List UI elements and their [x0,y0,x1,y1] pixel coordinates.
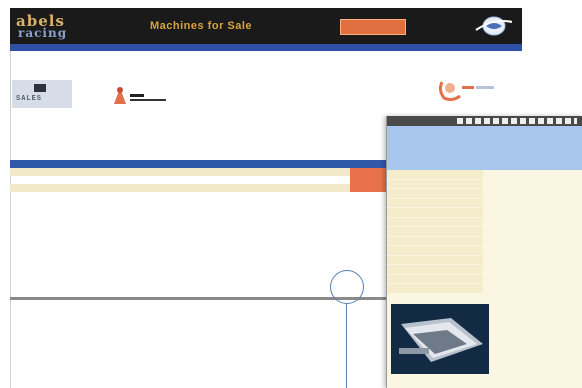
machine-detail-popup [386,116,582,388]
toy-figure-icon [114,87,166,104]
table-cell [94,176,156,184]
nav-bar [10,44,522,51]
spec-label [387,284,483,294]
price-button[interactable] [350,184,386,192]
popup-header [387,126,582,170]
spec-label [387,217,483,227]
spec-label [387,227,483,237]
table-cell [10,176,94,184]
table-cell [234,176,282,184]
spec-value [483,208,582,218]
table-cell [204,168,234,176]
spec-table [387,170,582,294]
pointer-circle [330,270,364,304]
badge-text: SALES [16,95,43,103]
spec-value [483,170,582,180]
machine-photo [391,304,489,374]
spec-value [483,256,582,266]
column-header[interactable] [156,160,204,168]
column-header[interactable] [350,160,386,168]
spec-label [387,189,483,199]
panel-divider[interactable] [10,297,386,300]
table-header [10,160,386,168]
spec-row [387,198,582,209]
spec-label [387,255,483,265]
spec-row [387,179,582,190]
spec-label [387,170,483,180]
table-cell [282,184,314,192]
column-header[interactable] [282,160,314,168]
spec-row [387,255,582,266]
spec-label [387,265,483,275]
spec-row [387,227,582,237]
brand-badge: SALES [12,80,72,108]
table-cell [156,184,204,192]
table-cell [156,176,204,184]
table-cell [204,176,234,184]
table-cell [10,168,94,176]
spec-value [483,218,582,228]
globe-logo-icon [475,16,513,36]
spec-label [387,236,483,246]
table-row[interactable] [10,176,386,184]
price-button[interactable] [350,176,386,184]
column-header[interactable] [10,160,94,168]
table-row[interactable] [10,168,386,176]
table-cell [282,176,314,184]
price-button[interactable] [350,168,386,176]
column-header[interactable] [94,160,156,168]
table-cell [282,168,314,176]
column-header[interactable] [314,160,350,168]
spec-label [387,179,483,189]
spec-value [483,189,582,199]
table-cell [10,184,94,192]
spec-value [483,180,582,190]
spec-row [387,189,582,199]
page-title: Machines for Sale [150,20,253,32]
spec-label [387,198,483,208]
spec-row [387,236,582,247]
spec-label [387,274,483,284]
partner-logo-icon [438,81,494,102]
table-cell [314,176,350,184]
site-logo[interactable]: abels racing [16,12,100,40]
badge-chip [34,84,46,92]
spec-row [387,265,582,275]
popup-toolbar-icons[interactable] [457,118,577,124]
table-row[interactable] [10,184,386,192]
machines-table [10,160,386,192]
table-cell [94,168,156,176]
table-cell [156,168,204,176]
header-button[interactable] [340,19,406,35]
column-header[interactable] [234,160,282,168]
spec-row [387,170,582,180]
table-cell [94,184,156,192]
spec-row [387,246,582,256]
spec-label [387,246,483,256]
spec-value [483,227,582,237]
spec-value [483,199,582,209]
spec-value [483,284,582,294]
logo-line2: racing [18,26,68,40]
column-header[interactable] [204,160,234,168]
spec-value [483,275,582,285]
site-header: abels racing Machines for Sale [10,8,522,44]
spec-row [387,274,582,285]
pointer-line [346,304,347,388]
spec-label [387,208,483,218]
table-cell [234,184,282,192]
popup-titlebar[interactable] [387,116,582,126]
table-cell [234,168,282,176]
table-cell [314,168,350,176]
spec-row [387,208,582,218]
spec-value [483,237,582,247]
spec-value [483,246,582,256]
table-cell [314,184,350,192]
table-cell [204,184,234,192]
spec-row [387,284,582,294]
spec-value [483,265,582,275]
spec-row [387,217,582,228]
